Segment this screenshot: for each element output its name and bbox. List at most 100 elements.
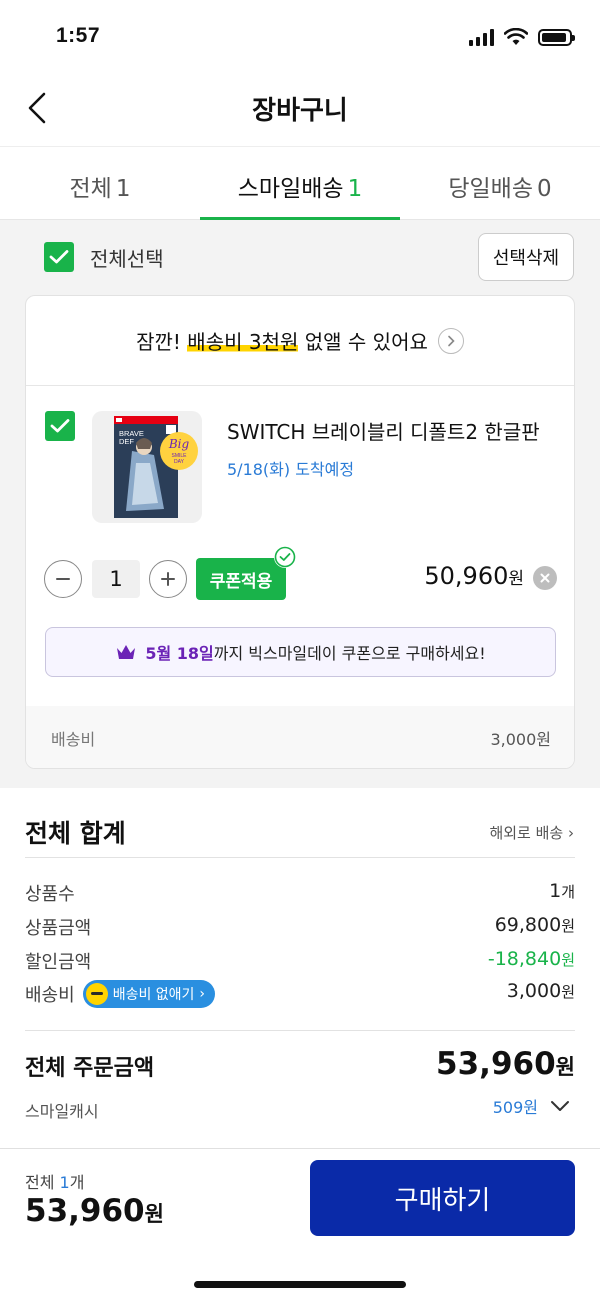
value: 1 <box>549 880 562 902</box>
home-indicator <box>194 1281 406 1288</box>
unit: 원 <box>561 983 575 1001</box>
promo-prefix: 잠깐! <box>136 330 188 354</box>
promo-highlight: 배송비 3천원 <box>187 330 299 354</box>
divider <box>25 857 575 858</box>
value: 53,960 <box>25 1193 145 1229</box>
free-shipping-promo-banner[interactable]: 잠깐! 배송비 3천원 없앨 수 있어요 <box>26 296 574 386</box>
status-time: 1:57 <box>56 24 101 47</box>
minus-icon <box>56 578 70 580</box>
tab-label: 전체 <box>69 176 112 202</box>
summary-row-discount: 할인금액 -18,840원 <box>25 948 575 978</box>
crown-icon <box>117 645 136 659</box>
row-value: 1개 <box>549 880 575 902</box>
smile-cash-label: 스마일캐시 <box>25 1102 99 1121</box>
tab-count: 0 <box>537 176 552 202</box>
unit: 원 <box>555 1055 575 1079</box>
select-all-checkbox[interactable] <box>44 242 74 272</box>
summary-row-shipping: 배송비 배송비 없애기 › 3,000원 <box>25 980 575 1010</box>
row-label: 할인금액 <box>25 952 92 973</box>
value: 3,000 <box>506 980 562 1002</box>
cart-item-card: 잠깐! 배송비 3천원 없앨 수 있어요 BRAVE DEF Big SMILE… <box>25 295 575 769</box>
remove-item-button[interactable] <box>533 566 557 590</box>
cart-tabs: 전체 1 스마일배송 1 당일배송 0 <box>0 146 600 220</box>
overseas-shipping-link[interactable]: 해외로 배송 › <box>489 822 574 843</box>
decrease-quantity-button[interactable] <box>44 560 82 598</box>
remove-shipping-fee-button[interactable]: 배송비 없애기 › <box>82 980 216 1008</box>
row-label-group: 배송비 배송비 없애기 › <box>25 980 216 1008</box>
select-all-label: 전체선택 <box>90 246 164 271</box>
delete-selected-button[interactable]: 선택삭제 <box>478 233 574 281</box>
item-price-value: 50,960 <box>424 562 509 590</box>
item-price-unit: 원 <box>508 569 524 589</box>
increase-quantity-button[interactable] <box>149 560 187 598</box>
buy-button[interactable]: 구매하기 <box>310 1160 575 1236</box>
tab-label: 당일배송 <box>448 176 533 202</box>
checkout-total: 53,960원 <box>25 1193 164 1229</box>
check-icon <box>50 419 70 433</box>
product-name[interactable]: SWITCH 브레이블리 디폴트2 한글판 <box>227 416 540 445</box>
check-icon <box>49 250 69 264</box>
game-box-image: BRAVE DEF Big SMILE DAY <box>114 416 198 518</box>
apply-coupon-button[interactable]: 쿠폰적용 <box>196 558 286 600</box>
badge-line1: Big <box>168 437 190 451</box>
unit: 원 <box>144 1202 164 1226</box>
summary-title: 전체 합계 <box>25 819 126 848</box>
smile-face-icon <box>85 983 108 1005</box>
row-value: -18,840원 <box>488 948 575 970</box>
summary-row-item-count: 상품수 1개 <box>25 880 575 910</box>
checkout-bar: 전체 1개 53,960원 구매하기 <box>0 1148 600 1299</box>
delivery-estimate: 5/18(화) 도착예정 <box>227 460 355 479</box>
row-value: 3,000원 <box>507 980 575 1002</box>
promo-suffix: 없앨 수 있어요 <box>298 330 428 354</box>
chevron-right-circle-icon <box>437 327 464 354</box>
value: 53,960 <box>436 1046 556 1082</box>
status-icons <box>469 28 575 46</box>
shipping-fee-row: 배송비 3,000원 <box>26 706 574 768</box>
tab-same-day-delivery[interactable]: 당일배송 0 <box>400 147 600 219</box>
quantity-row: 1 쿠폰적용 50,960원 <box>26 546 574 612</box>
quantity-input[interactable]: 1 <box>92 560 140 598</box>
item-price: 50,960원 <box>424 562 524 590</box>
selected-count: 전체 1개 <box>25 1169 84 1193</box>
smile-cash-toggle[interactable]: 509원 <box>493 1094 570 1118</box>
coupon-applied-check-icon <box>274 546 296 568</box>
product-row: BRAVE DEF Big SMILE DAY SWITCH 브레이블리 디폴트… <box>26 386 574 526</box>
summary-row-product-amount: 상품금액 69,800원 <box>25 914 575 944</box>
notice-date: 5월 18일 <box>145 644 214 663</box>
cart-list-area: 전체선택 선택삭제 잠깐! 배송비 3천원 없앨 수 있어요 BRAVE DEF… <box>0 220 600 788</box>
product-checkbox[interactable] <box>45 411 75 441</box>
order-summary: 전체 합계 해외로 배송 › 상품수 1개 상품금액 69,800원 할인금액 … <box>0 788 600 1148</box>
row-label: 상품금액 <box>25 918 92 939</box>
unit: 원 <box>561 951 575 969</box>
row-value: 69,800원 <box>495 914 575 936</box>
chevron-right-icon: › <box>199 986 206 1002</box>
select-all-row: 전체선택 <box>44 242 164 272</box>
overseas-shipping-label: 해외로 배송 <box>489 824 564 842</box>
plus-icon <box>161 572 175 586</box>
close-icon <box>540 573 550 583</box>
tab-smile-delivery[interactable]: 스마일배송 1 <box>200 147 400 220</box>
box-title-line2: DEF <box>119 437 134 446</box>
page-title: 장바구니 <box>252 96 348 126</box>
tab-all[interactable]: 전체 1 <box>0 147 200 219</box>
cellular-signal-icon <box>469 28 494 46</box>
header: 장바구니 <box>0 72 600 146</box>
divider <box>25 1030 575 1031</box>
pill-label: 배송비 없애기 <box>112 987 195 1003</box>
product-thumbnail[interactable]: BRAVE DEF Big SMILE DAY <box>92 411 202 523</box>
wifi-icon <box>504 28 528 45</box>
shipping-fee-label: 배송비 <box>51 730 96 749</box>
unit: 원 <box>561 917 575 935</box>
chevron-down-icon <box>551 1101 569 1111</box>
smile-cash-value: 509원 <box>492 1098 538 1117</box>
row-label: 배송비 <box>25 985 75 1006</box>
value: 69,800 <box>494 914 562 936</box>
count-prefix: 전체 <box>25 1173 60 1192</box>
order-total-label: 전체 주문금액 <box>25 1056 155 1081</box>
unit: 개 <box>561 883 575 901</box>
shipping-fee-value: 3,000원 <box>490 730 551 749</box>
row-label: 상품수 <box>25 884 75 905</box>
promo-text: 잠깐! 배송비 3천원 없앨 수 있어요 <box>136 326 428 355</box>
big-smile-day-coupon-notice[interactable]: 5월 18일까지 빅스마일데이 쿠폰으로 구매하세요! <box>45 627 556 677</box>
battery-icon <box>538 28 575 46</box>
